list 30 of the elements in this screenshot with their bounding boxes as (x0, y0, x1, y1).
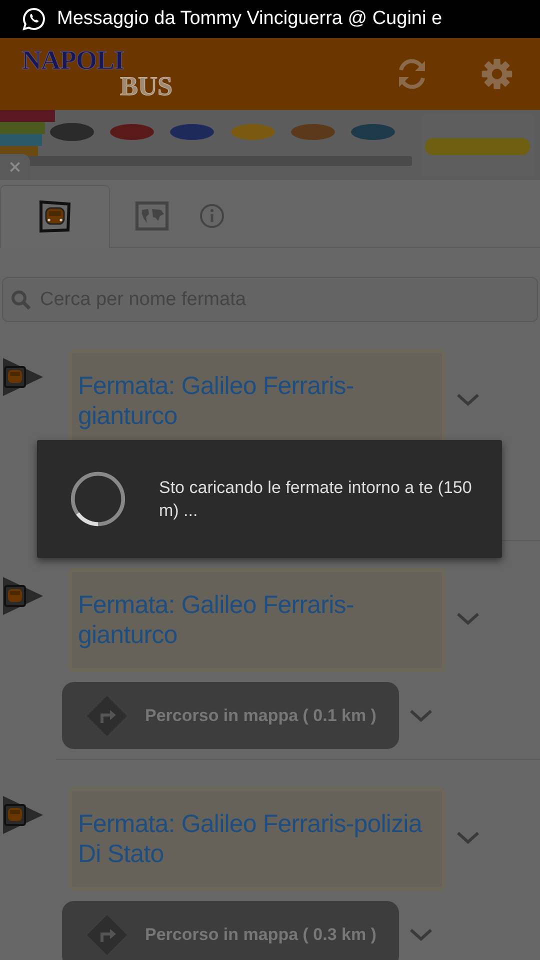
route-button[interactable]: Percorso in mappa ( 0.3 km ) (62, 901, 399, 960)
chevron-down-icon[interactable] (409, 708, 433, 722)
turn-right-icon (87, 914, 127, 954)
loading-message: Sto caricando le fermate intorno a te (150 m) ... (159, 477, 473, 522)
chevron-down-icon[interactable] (409, 928, 433, 942)
chevron-down-icon[interactable] (456, 393, 480, 407)
search-icon (10, 289, 32, 311)
chevron-down-icon[interactable] (456, 612, 480, 626)
notification-text: Messaggio da Tommy Vinciguerra @ Cugini e (57, 8, 442, 30)
stop-title: Fermata: Galileo Ferraris-gianturco (78, 371, 355, 431)
stop-title: Fermata: Galileo Ferraris-gianturco (78, 590, 355, 650)
stop-card[interactable]: Fermata: Galileo Ferraris-polizia Di Stato (68, 787, 446, 891)
stop-title: Fermata: Galileo Ferraris-polizia Di Stato (78, 809, 424, 869)
route-button[interactable]: Percorso in mappa ( 0.1 km ) (62, 682, 399, 749)
bus-stop-flag-icon (2, 576, 44, 616)
bus-stop-flag-icon (2, 795, 44, 835)
close-icon (9, 161, 21, 173)
logo-text: BUS (120, 74, 173, 100)
stop-card[interactable]: Fermata: Galileo Ferraris-gianturco (68, 568, 446, 672)
turn-right-icon (87, 696, 127, 736)
bus-icon (38, 199, 72, 235)
settings-icon[interactable] (480, 57, 514, 91)
loading-spinner-icon (69, 470, 127, 528)
chevron-down-icon[interactable] (456, 831, 480, 845)
bus-stop-flag-icon (2, 357, 44, 397)
map-icon (135, 201, 169, 231)
info-icon (199, 203, 225, 229)
logo-text: NAPOLI (22, 48, 126, 74)
tab[interactable] (0, 185, 110, 248)
chat-icon (22, 7, 46, 31)
